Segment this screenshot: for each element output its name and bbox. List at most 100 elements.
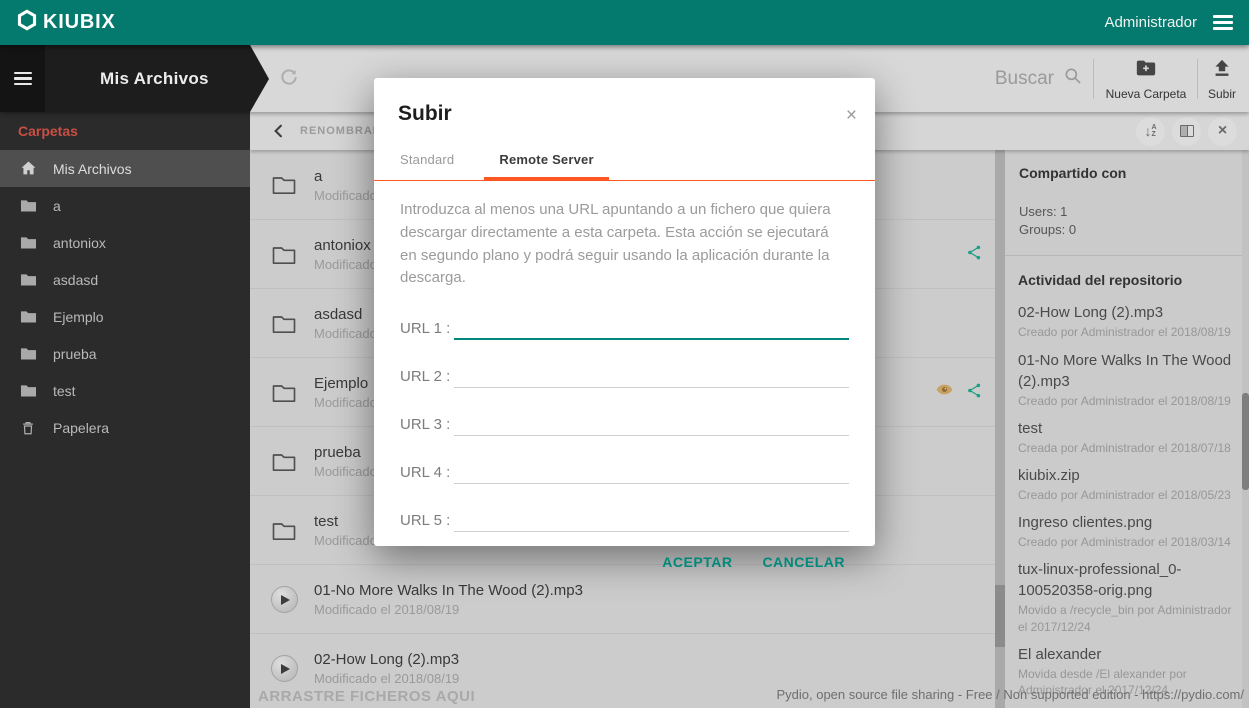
- home-icon: [18, 159, 38, 179]
- sidebar-item-mis-archivos[interactable]: Mis Archivos: [0, 150, 250, 187]
- sidebar-item-ejemplo[interactable]: Ejemplo: [0, 298, 250, 335]
- sidebar-item-asdasd[interactable]: asdasd: [0, 261, 250, 298]
- back-chevron-icon[interactable]: [268, 120, 290, 142]
- folder-icon: [18, 307, 38, 327]
- activity-entry-detail: Creado por Administrador el 2018/03/14: [1018, 535, 1231, 550]
- activity-entry-name: test: [1018, 419, 1043, 437]
- column-view-button[interactable]: [1172, 116, 1201, 146]
- shared-users-count: Users: 1: [1019, 204, 1068, 219]
- sidebar-item-a[interactable]: a: [0, 187, 250, 224]
- folder-icon: [18, 270, 38, 290]
- sidebar-item-label: prueba: [53, 345, 97, 362]
- activity-entry-name: 02-How Long (2).mp3: [1018, 304, 1164, 322]
- sidebar-toggle[interactable]: [0, 45, 45, 112]
- activity-entry[interactable]: kiubix.zip Creado por Administrador el 2…: [1018, 465, 1235, 503]
- main-scrollbar-thumb[interactable]: [995, 585, 1005, 647]
- brand-logo[interactable]: KIUBIX: [16, 9, 116, 36]
- activity-entry-detail: Creado por Administrador el 2018/08/19: [1018, 325, 1231, 340]
- url-5-input[interactable]: [454, 508, 849, 533]
- current-user-label[interactable]: Administrador: [1104, 14, 1197, 31]
- activity-entry[interactable]: Ingreso clientes.png Creado por Administ…: [1018, 512, 1235, 550]
- refresh-icon[interactable]: [279, 67, 301, 89]
- sidebar-section-title: Carpetas: [18, 123, 78, 139]
- sort-button[interactable]: ↓ A Z: [1136, 116, 1165, 146]
- shared-with-block: Compartido con Users: 1 Groups: 0: [1005, 150, 1249, 255]
- activity-entry-name: 01-No More Walks In The Wood (2).mp3: [1018, 351, 1232, 390]
- panel-scrollbar[interactable]: [1242, 150, 1249, 708]
- sidebar-item-label: a: [53, 197, 61, 214]
- folder-icon: [268, 239, 300, 271]
- new-folder-button[interactable]: Nueva Carpeta: [1100, 45, 1192, 112]
- activity-entry-name: Ingreso clientes.png: [1018, 514, 1153, 532]
- url-5-label: URL 5 :: [400, 512, 451, 530]
- sidebar-item-papelera[interactable]: Papelera: [0, 409, 250, 446]
- url-4-label: URL 4 :: [400, 464, 451, 482]
- watch-eye-icon[interactable]: [935, 382, 954, 403]
- dialog-body: Introduzca al menos una URL apuntando a …: [374, 181, 875, 570]
- folder-icon: [268, 377, 300, 409]
- activity-entry-detail: Creado por Administrador el 2018/05/23: [1018, 487, 1231, 502]
- search-control[interactable]: Buscar: [995, 45, 1083, 112]
- app-screen: KIUBIX Administrador Mis Archivos Buscar: [0, 0, 1249, 708]
- upload-label: Subir: [1207, 86, 1236, 101]
- dialog-title: Subir: [398, 102, 452, 125]
- upload-icon: [1211, 57, 1233, 84]
- activity-entry-detail: Creada por Administrador el 2018/07/18: [1018, 440, 1231, 455]
- table-row[interactable]: 01-No More Walks In The Wood (2).mp3 Mod…: [250, 564, 995, 634]
- columns-icon: [1179, 125, 1194, 137]
- user-menu-icon[interactable]: [1213, 15, 1233, 30]
- url-3-input[interactable]: [454, 412, 849, 437]
- activity-entry[interactable]: test Creada por Administrador el 2018/07…: [1018, 418, 1235, 456]
- header-divider: [1197, 59, 1198, 99]
- url-1-input[interactable]: [454, 316, 849, 341]
- folder-icon: [268, 308, 300, 340]
- dialog-actions: ACEPTAR CANCELAR: [400, 532, 849, 570]
- activity-entry[interactable]: 02-How Long (2).mp3 Creado por Administr…: [1018, 302, 1235, 340]
- accept-button[interactable]: ACEPTAR: [662, 554, 732, 570]
- shared-groups-count: Groups: 0: [1019, 222, 1077, 238]
- folder-icon: [18, 233, 38, 253]
- sidebar-item-label: asdasd: [53, 271, 99, 288]
- dialog-header: Subir × Standard Remote Server: [374, 78, 875, 181]
- dialog-close-icon[interactable]: ×: [846, 106, 857, 125]
- sidebar-item-test[interactable]: test: [0, 372, 250, 409]
- url-2-input[interactable]: [454, 364, 849, 389]
- upload-button[interactable]: Subir: [1199, 45, 1245, 112]
- close-icon: ×: [1217, 122, 1228, 139]
- url-4-input[interactable]: [454, 460, 849, 485]
- search-label: Buscar: [994, 67, 1054, 89]
- upload-dialog: Subir × Standard Remote Server Introduzc…: [374, 78, 875, 570]
- activity-entry[interactable]: 01-No More Walks In The Wood (2).mp3 Cre…: [1018, 350, 1235, 409]
- new-folder-label: Nueva Carpeta: [1105, 86, 1187, 101]
- play-icon[interactable]: [268, 653, 300, 685]
- rename-action-label[interactable]: RENOMBRAR: [300, 125, 382, 137]
- activity-entry-name: tux-linux-professional_0-100520358-orig.…: [1018, 561, 1182, 600]
- top-app-bar: KIUBIX Administrador: [0, 0, 1249, 45]
- dialog-description: Introduzca al menos una URL apuntando a …: [400, 201, 831, 287]
- sidebar-item-prueba[interactable]: prueba: [0, 335, 250, 372]
- main-scrollbar[interactable]: [995, 150, 1005, 708]
- activity-entry-name: kiubix.zip: [1018, 466, 1080, 484]
- url-row: URL 4 :: [400, 460, 849, 485]
- tab-standard[interactable]: Standard: [398, 152, 456, 180]
- search-icon: [1063, 66, 1083, 91]
- folders-sidebar: Carpetas Mis Archivos a antoniox asdasd …: [0, 112, 250, 708]
- activity-entry[interactable]: tux-linux-professional_0-100520358-orig.…: [1018, 559, 1235, 634]
- close-panel-button[interactable]: ×: [1208, 116, 1237, 146]
- pydio-credits: Pydio, open source file sharing - Free /…: [776, 687, 1244, 702]
- url-1-label: URL 1 :: [400, 320, 451, 338]
- share-icon[interactable]: [966, 382, 983, 404]
- sidebar-item-label: Ejemplo: [53, 308, 104, 325]
- menu-icon: [13, 71, 32, 86]
- tab-remote-server[interactable]: Remote Server: [484, 152, 609, 180]
- brand-name: KIUBIX: [43, 11, 116, 33]
- folder-icon: [18, 196, 38, 216]
- url-row: URL 2 :: [400, 364, 849, 389]
- sidebar-item-antoniox[interactable]: antoniox: [0, 224, 250, 261]
- folder-icon: [18, 344, 38, 364]
- play-icon[interactable]: [268, 584, 300, 616]
- panel-scrollbar-thumb[interactable]: [1242, 393, 1249, 490]
- cancel-button[interactable]: CANCELAR: [762, 554, 845, 570]
- sidebar-item-label: Mis Archivos: [53, 160, 132, 177]
- share-icon[interactable]: [966, 244, 983, 266]
